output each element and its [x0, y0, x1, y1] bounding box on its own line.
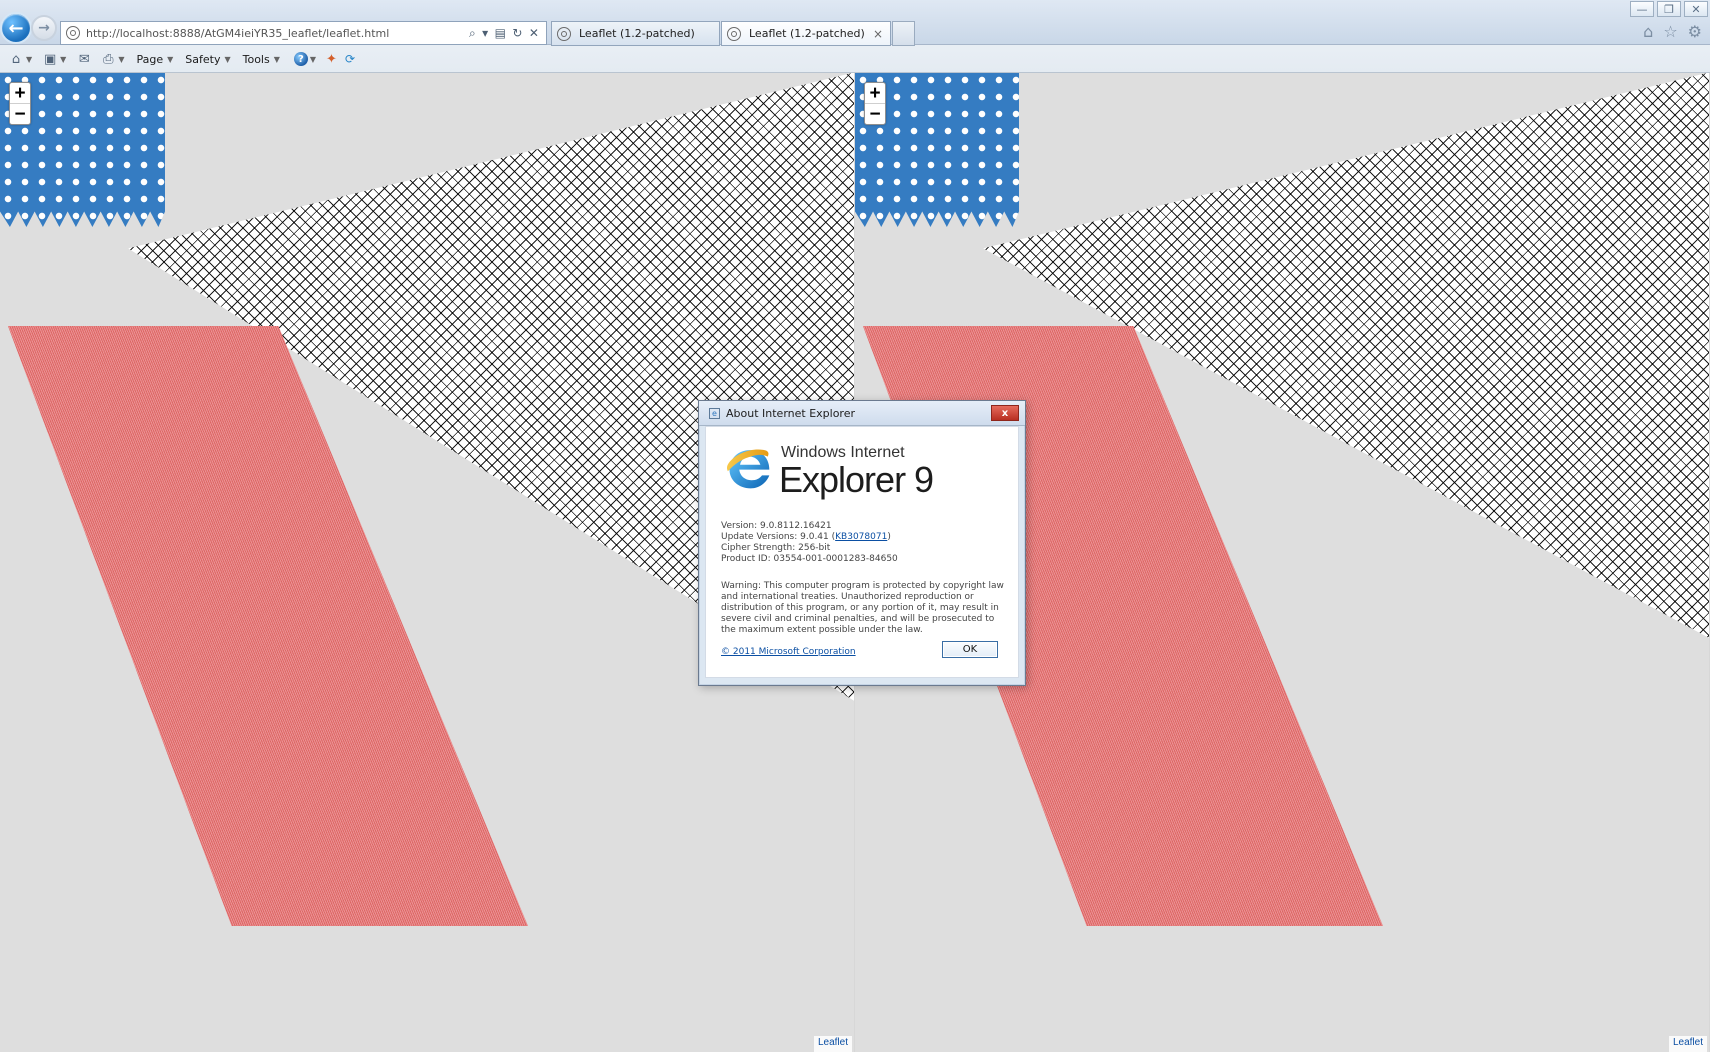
- ok-button[interactable]: OK: [942, 641, 998, 658]
- browser-chrome: ← → http://localhost:8888/AtGM4ieiYR35_l…: [0, 0, 1710, 73]
- chevron-down-icon: ▼: [273, 54, 280, 64]
- tab-label: Leaflet (1.2-patched): [749, 27, 865, 40]
- update-versions-suffix: ): [887, 532, 891, 542]
- new-tab-button[interactable]: [892, 21, 915, 46]
- tab-site-icon: [557, 26, 571, 41]
- leaflet-attribution-link[interactable]: Leaflet: [813, 1036, 852, 1052]
- command-bar: ⌂ ▼ ▣ ▼ ✉ ⎙ ▼ Page ▼ Safety ▼ Tools ▼ ? …: [0, 47, 1710, 71]
- browser-topbar: ← → http://localhost:8888/AtGM4ieiYR35_l…: [0, 0, 1710, 46]
- dialog-titlebar: e About Internet Explorer x: [699, 401, 1025, 426]
- send-to-onenote-icon[interactable]: ⟳: [345, 52, 355, 66]
- restore-button[interactable]: ❐: [1657, 1, 1681, 17]
- tab-leaflet-2[interactable]: Leaflet (1.2-patched) ×: [721, 21, 891, 46]
- window-controls: — ❐ ✕: [1630, 1, 1708, 17]
- copyright-warning: Warning: This computer program is protec…: [721, 581, 1004, 635]
- cipher-strength-line: Cipher Strength: 256-bit: [721, 543, 831, 553]
- chevron-down-icon[interactable]: ▼: [60, 55, 66, 64]
- update-versions-prefix: Update Versions: 9.0.41 (: [721, 532, 836, 542]
- internet-explorer-icon: e: [709, 407, 720, 419]
- back-arrow-icon: ←: [8, 17, 24, 39]
- close-window-button[interactable]: ✕: [1684, 1, 1708, 17]
- refresh-icon[interactable]: ↻: [512, 26, 522, 41]
- feeds-icon[interactable]: ▣: [42, 51, 58, 67]
- address-tools: ⌕ ▾ ▤ ↻ ✕: [469, 26, 546, 41]
- forward-arrow-icon: →: [38, 20, 50, 36]
- home-icon[interactable]: ⌂: [1643, 22, 1653, 41]
- about-dialog: e About Internet Explorer x Windows Inte…: [698, 400, 1026, 686]
- browser-window: ← → http://localhost:8888/AtGM4ieiYR35_l…: [0, 0, 1710, 1052]
- address-bar[interactable]: http://localhost:8888/AtGM4ieiYR35_leafl…: [60, 21, 547, 45]
- internet-explorer-icon: [726, 449, 770, 489]
- favorites-star-icon[interactable]: ☆: [1663, 22, 1677, 41]
- compatibility-view-icon[interactable]: ▤: [495, 26, 506, 41]
- tab-site-icon: [727, 26, 741, 41]
- product-id-line: Product ID: 03554-001-0001283-84650: [721, 554, 898, 564]
- tab-label: Leaflet (1.2-patched): [579, 27, 695, 40]
- chevron-down-icon[interactable]: ▾: [482, 26, 488, 41]
- print-icon[interactable]: ⎙: [100, 51, 116, 67]
- dialog-body: Windows Internet Explorer 9 Version: 9.0…: [705, 426, 1019, 678]
- brand-line-2: Explorer 9: [779, 459, 934, 500]
- help-icon[interactable]: ?: [293, 52, 308, 66]
- browser-right-icons: ⌂ ☆ ⚙: [1643, 22, 1702, 41]
- address-url: http://localhost:8888/AtGM4ieiYR35_leafl…: [86, 26, 390, 40]
- gear-icon[interactable]: ⚙: [1688, 22, 1702, 41]
- version-info: Version: 9.0.8112.16421 Update Versions:…: [721, 521, 1005, 565]
- minimize-button[interactable]: —: [1630, 1, 1654, 17]
- dialog-close-button[interactable]: x: [991, 405, 1019, 421]
- version-line: Version: 9.0.8112.16421: [721, 521, 832, 531]
- zoom-control: + −: [864, 82, 886, 125]
- zoom-out-button[interactable]: −: [10, 104, 30, 124]
- chevron-down-icon[interactable]: ▼: [26, 55, 32, 64]
- forward-button[interactable]: →: [31, 15, 57, 41]
- update-versions-line: Update Versions: 9.0.41 (KB3078071): [721, 532, 1005, 543]
- close-tab-button[interactable]: ×: [873, 27, 883, 41]
- dialog-title: About Internet Explorer: [726, 406, 855, 420]
- ie-brand: Windows Internet Explorer 9: [723, 441, 943, 501]
- chevron-down-icon[interactable]: ▼: [310, 55, 316, 64]
- research-icon[interactable]: ✦: [326, 52, 337, 67]
- page-menu[interactable]: Page: [136, 53, 163, 66]
- chevron-down-icon: ▼: [224, 54, 231, 64]
- stop-icon[interactable]: ✕: [529, 26, 539, 41]
- tools-menu[interactable]: Tools: [243, 53, 270, 66]
- leaflet-attribution-link[interactable]: Leaflet: [1668, 1036, 1707, 1052]
- zoom-in-button[interactable]: +: [865, 83, 885, 104]
- safety-menu[interactable]: Safety: [185, 53, 220, 66]
- chevron-down-icon[interactable]: ▼: [118, 55, 124, 64]
- tab-leaflet-1[interactable]: Leaflet (1.2-patched): [551, 21, 720, 46]
- back-button[interactable]: ←: [0, 12, 32, 44]
- zoom-out-button[interactable]: −: [865, 104, 885, 124]
- search-icon[interactable]: ⌕: [469, 26, 476, 41]
- site-globe-icon: [66, 26, 80, 40]
- read-mail-icon[interactable]: ✉: [76, 51, 92, 67]
- microsoft-copyright-link[interactable]: © 2011 Microsoft Corporation: [721, 647, 856, 657]
- kb-link[interactable]: KB3078071: [835, 532, 887, 542]
- home-icon[interactable]: ⌂: [8, 51, 24, 67]
- chevron-down-icon: ▼: [167, 54, 174, 64]
- zoom-in-button[interactable]: +: [10, 83, 30, 104]
- zoom-control: + −: [9, 82, 31, 125]
